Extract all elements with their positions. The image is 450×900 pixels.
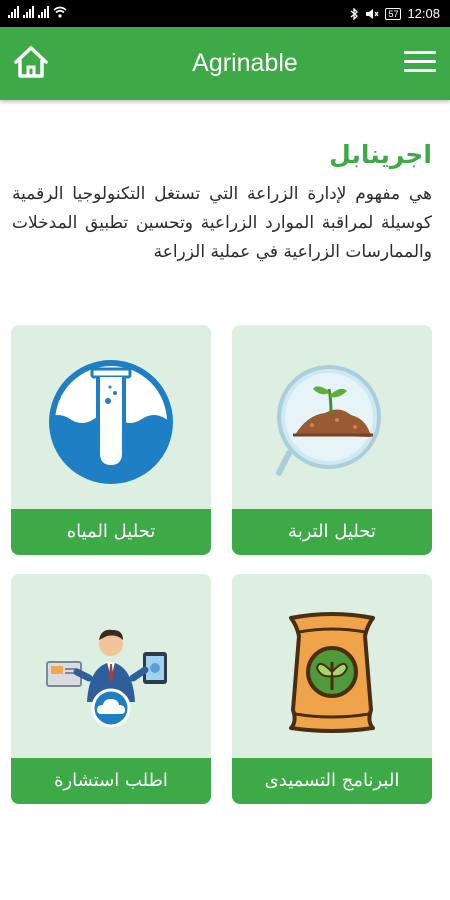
menu-icon-bar [404,60,436,63]
soil-illustration [232,347,432,497]
water-illustration [11,347,211,497]
soil-sprout-icon [276,365,381,476]
request-consultation-label: اطلب استشارة [11,758,211,804]
signal-icon [8,6,19,18]
test-tube-water-icon [49,360,173,484]
soil-analysis-label: تحليل التربة [232,509,432,555]
fertilizer-illustration [232,596,432,746]
soil-analysis-card[interactable]: تحليل التربة [232,325,432,555]
signal-icon [23,6,34,18]
status-left [8,6,67,18]
consultant-cloud-icon [46,629,167,728]
app-title: Agrinable [192,49,298,77]
status-bar: 57 12:08 [0,0,450,27]
fertilization-program-label: البرنامج التسميدى [232,758,432,804]
water-analysis-card[interactable]: تحليل المياه [11,325,211,555]
status-time: 12:08 [407,6,440,21]
consultation-illustration [11,596,211,746]
water-analysis-label: تحليل المياه [11,509,211,555]
menu-icon-bar [404,51,436,54]
signal-icon [38,6,49,18]
wifi-icon [53,6,67,18]
fertilization-program-card[interactable]: البرنامج التسميدى [232,574,432,804]
intro-title: اجرينابل [329,140,432,169]
request-consultation-card[interactable]: اطلب استشارة [11,574,211,804]
fertilizer-bag-icon [289,612,375,733]
app-bar: Agrinable [0,27,450,100]
intro-description: هي مفهوم لإدارة الزراعة التي تستغل التكن… [12,184,432,262]
mute-icon [366,8,379,19]
status-right: 57 12:08 [349,6,440,21]
menu-icon-bar [404,69,436,72]
battery-indicator: 57 [385,7,402,20]
bluetooth-icon [351,7,359,20]
menu-button[interactable] [404,51,436,75]
